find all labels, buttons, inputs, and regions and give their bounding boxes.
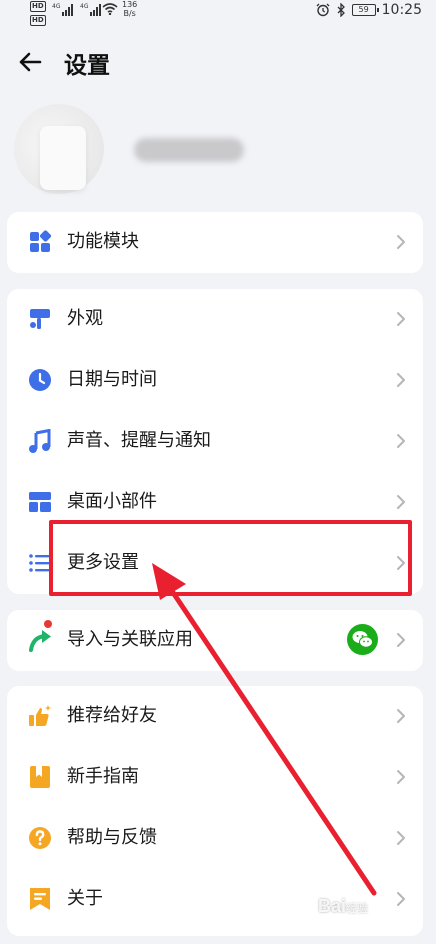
chevron-right-icon (397, 709, 405, 723)
wifi-icon (102, 3, 118, 15)
help-circle-icon (29, 827, 51, 849)
settings-item-label: 桌面小部件 (67, 491, 157, 512)
settings-item-label: 日期与时间 (67, 369, 157, 390)
speed-value: 136 (122, 0, 138, 9)
hd-indicators: HD HD (30, 1, 46, 29)
modules-card: 功能模块 (7, 212, 423, 273)
settings-item-date-time[interactable]: 日期与时间 (7, 350, 423, 411)
hd-badge-top: HD (30, 1, 46, 12)
guide-book-icon (30, 766, 50, 788)
alarm-icon (316, 3, 330, 17)
chevron-right-icon (397, 831, 405, 845)
settings-item-label: 新手指南 (67, 766, 139, 787)
settings-item-label: 关于 (67, 888, 103, 909)
settings-item-about[interactable]: 关于 (7, 869, 423, 930)
clock-time: 10:25 (381, 2, 422, 18)
about-flag-icon (30, 888, 50, 910)
wechat-icon (347, 624, 378, 655)
settings-item-more-settings[interactable]: 更多设置 (7, 533, 423, 594)
status-bar: HD HD 4G 4G 136 B/s 59 10:25 (0, 0, 436, 26)
back-arrow-icon[interactable] (16, 48, 44, 76)
settings-item-label: 导入与关联应用 (67, 629, 193, 650)
settings-item-recommend[interactable]: 推荐给好友 (7, 686, 423, 747)
chevron-right-icon (397, 434, 405, 448)
chevron-right-icon (397, 235, 405, 249)
speed-unit: B/s (123, 9, 136, 18)
settings-item-help[interactable]: 帮助与反馈 (7, 808, 423, 869)
settings-item-modules[interactable]: 功能模块 (7, 212, 423, 273)
clock-icon (29, 369, 51, 391)
chevron-right-icon (397, 373, 405, 387)
username-blurred[interactable] (134, 138, 244, 162)
avatar-image (40, 126, 86, 190)
settings-item-import-apps[interactable]: 导入与关联应用 (7, 610, 423, 671)
music-note-icon (29, 429, 51, 453)
about-card: 推荐给好友 新手指南 帮助与反馈 关于 (7, 686, 423, 936)
svg-text:4G: 4G (52, 3, 61, 10)
thumbs-up-icon (29, 705, 51, 726)
import-card: 导入与关联应用 (7, 610, 423, 671)
new-badge-dot (44, 620, 52, 628)
chevron-right-icon (397, 556, 405, 570)
page-title: 设置 (64, 53, 110, 79)
settings-item-label: 声音、提醒与通知 (67, 430, 211, 451)
avatar[interactable] (14, 104, 104, 194)
settings-item-guide[interactable]: 新手指南 (7, 747, 423, 808)
bluetooth-icon (337, 3, 345, 17)
settings-item-label: 更多设置 (67, 552, 139, 573)
svg-text:4G: 4G (80, 3, 89, 10)
hd-badge-bottom: HD (30, 15, 46, 26)
page-header: 设置 (0, 40, 436, 84)
settings-item-sound[interactable]: 声音、提醒与通知 (7, 411, 423, 472)
settings-item-label: 功能模块 (67, 231, 139, 252)
grid-modules-icon (30, 230, 52, 252)
status-right: 59 10:25 (316, 2, 422, 18)
general-card: 外观 日期与时间 声音、提醒与通知 桌面小部件 更多设置 (7, 289, 423, 594)
settings-item-label: 推荐给好友 (67, 705, 157, 726)
network-speed: 136 B/s (122, 0, 137, 18)
share-arrow-icon (29, 630, 51, 652)
battery-indicator: 59 (351, 4, 379, 16)
settings-item-widgets[interactable]: 桌面小部件 (7, 472, 423, 533)
settings-item-label: 外观 (67, 308, 103, 329)
chevron-right-icon (397, 312, 405, 326)
chevron-right-icon (397, 495, 405, 509)
chevron-right-icon (397, 892, 405, 906)
paint-roller-icon (30, 309, 50, 329)
settings-item-appearance[interactable]: 外观 (7, 289, 423, 350)
widget-layout-icon (29, 492, 51, 512)
list-settings-icon (29, 554, 50, 572)
chevron-right-icon (397, 633, 405, 647)
chevron-right-icon (397, 770, 405, 784)
settings-item-label: 帮助与反馈 (67, 827, 157, 848)
